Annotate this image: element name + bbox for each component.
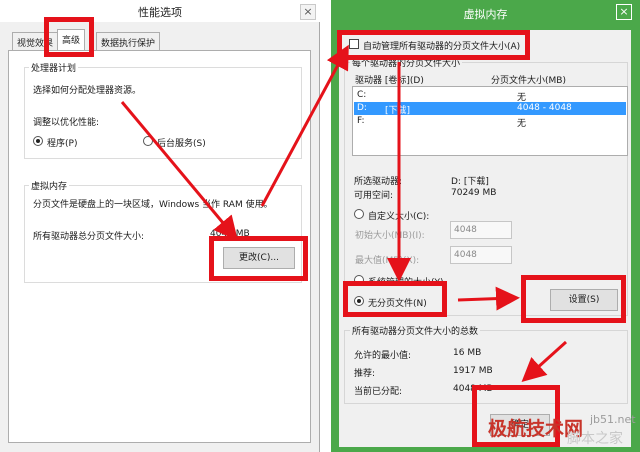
arrow-to-set-button: [457, 286, 520, 311]
arrow-to-change-button: [120, 101, 238, 241]
arrow-to-ok-button: [521, 340, 568, 383]
watermark-url: jb51.net: [590, 413, 636, 426]
watermark-brand: 脚本之家: [567, 431, 623, 447]
arrow-to-auto-manage: [260, 44, 349, 207]
annotation-arrows: [120, 44, 568, 383]
